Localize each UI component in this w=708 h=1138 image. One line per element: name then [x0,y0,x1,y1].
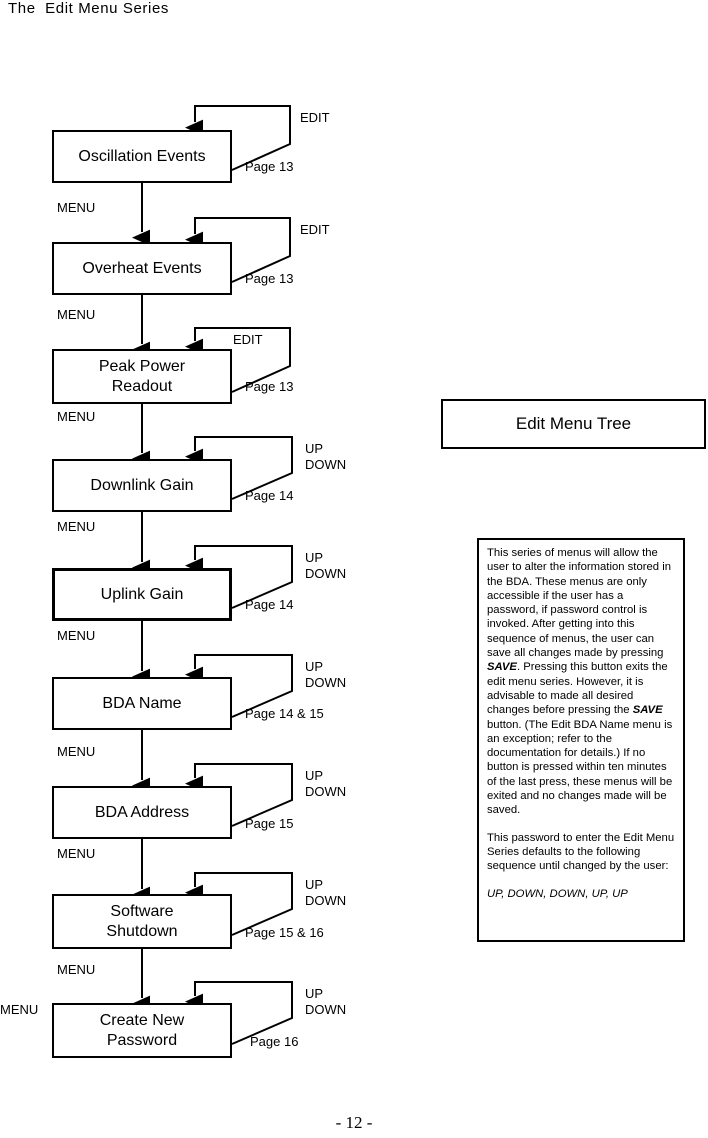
menu-label-overheat: MENU [57,307,96,322]
menu-label-uplink: MENU [57,628,96,643]
node-label: Uplink Gain [100,585,184,603]
note-password-sequence: UP, DOWN, DOWN, UP, UP [487,887,676,901]
node-label: Downlink Gain [90,476,194,494]
page-ref-overheat: Page 13 [245,271,294,286]
node-downlink-gain[interactable]: Downlink Gain [52,459,232,512]
node-create-new-password[interactable]: Create New Password [52,1003,232,1058]
loop-label-updown-software-shutdown: UP DOWN [305,877,347,908]
node-label: Create New Password [99,1011,185,1049]
note-save-keyword-1: SAVE [487,661,517,674]
node-peak-power-readout[interactable]: Peak Power Readout [52,349,232,404]
page-ref-bda-address: Page 15 [245,816,294,831]
menu-label-peak-power: MENU [57,409,96,424]
page-ref-oscillation: Page 13 [245,159,294,174]
node-label: BDA Address [94,803,190,821]
page-ref-software-shutdown: Page 15 & 16 [245,925,324,940]
loop-label-edit-oscillation: EDIT [300,110,330,125]
page-title: The Edit Menu Series [8,0,170,17]
node-software-shutdown[interactable]: Software Shutdown [52,894,232,949]
menu-label-exit: MENU [0,1002,39,1017]
loop-label-edit-overheat: EDIT [300,222,330,237]
menu-label-bda-address: MENU [57,846,96,861]
node-label: Peak Power Readout [98,357,186,395]
note-paragraph-2: This password to enter the Edit Menu Ser… [487,831,675,873]
page-ref-uplink: Page 14 [245,597,294,612]
menu-label-oscillation: MENU [57,200,96,215]
loop-label-updown-downlink: UP DOWN [305,441,347,472]
node-bda-name[interactable]: BDA Name [52,677,232,730]
node-label: Overheat Events [82,259,202,277]
note-save-keyword-2: SAVE [632,704,663,717]
edit-menu-note-box: This series of menus will allow the user… [477,538,685,942]
loop-label-updown-bda-name: UP DOWN [305,659,347,690]
page-number-footer: - 12 - [335,1113,373,1132]
loop-label-updown-create-password: UP DOWN [305,986,347,1017]
node-bda-address[interactable]: BDA Address [52,786,232,839]
loop-label-edit-peak-power: EDIT [233,332,263,347]
page-ref-create-password: Page 16 [250,1034,299,1049]
node-oscillation-events[interactable]: Oscillation Events [52,130,232,183]
menu-label-bda-name: MENU [57,744,96,759]
loop-label-updown-uplink: UP DOWN [305,550,347,581]
note-paragraph-1-part-c: button. (The Edit BDA Name menu is an ex… [487,718,673,817]
node-label: BDA Name [102,694,182,712]
page-ref-peak-power: Page 13 [245,379,294,394]
note-paragraph-1-part-a: This series of menus will allow the user… [487,547,671,660]
page-ref-downlink: Page 14 [245,488,294,503]
edit-menu-tree-title: Edit Menu Tree [515,414,632,433]
node-label: Oscillation Events [78,147,206,165]
loop-label-updown-bda-address: UP DOWN [305,768,347,799]
document-page: The Edit Menu Series Oscillation Events … [0,0,708,1138]
node-overheat-events[interactable]: Overheat Events [52,242,232,295]
edit-menu-tree-title-box: Edit Menu Tree [441,399,706,449]
note-paragraph-1: This series of menus will allow the user… [487,546,676,818]
page-ref-bda-name: Page 14 & 15 [245,706,324,721]
node-label: Software Shutdown [106,902,178,940]
node-uplink-gain[interactable]: Uplink Gain [52,568,232,621]
menu-label-software-shutdown: MENU [57,962,96,977]
note-password-sequence-text: UP, DOWN, DOWN, UP, UP [487,887,628,900]
menu-label-downlink: MENU [57,519,96,534]
